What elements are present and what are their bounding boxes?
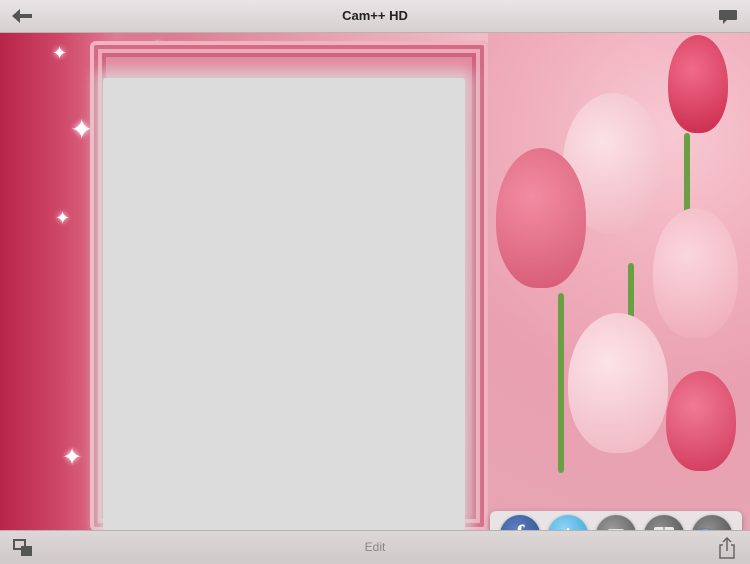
address-book-share-button[interactable]: [644, 515, 684, 530]
bottom-toolbar: Edit: [0, 530, 750, 564]
photo-placeholder[interactable]: [103, 78, 465, 530]
tulip: [653, 208, 738, 338]
app-title: Cam++ HD: [342, 8, 408, 23]
photo-canvas[interactable]: ✦ ✦ ✦ ✦ ✦ ✦ f t ✉: [0, 33, 750, 530]
tulip: [496, 148, 586, 288]
share-export-icon[interactable]: [716, 537, 738, 559]
facebook-icon: f: [516, 520, 525, 530]
share-panel: f t ✉: [490, 511, 742, 530]
edit-button[interactable]: Edit: [0, 540, 750, 554]
twitter-icon: t: [564, 522, 572, 531]
tulip: [666, 371, 736, 471]
folder-share-button[interactable]: [692, 515, 732, 530]
twitter-share-button[interactable]: t: [548, 515, 588, 530]
tulip: [568, 313, 668, 453]
sparkle-icon: ✦: [62, 444, 83, 471]
facebook-share-button[interactable]: f: [500, 515, 540, 530]
sparkle-icon: ✦: [52, 43, 68, 63]
mail-share-button[interactable]: ✉: [596, 515, 636, 530]
speech-bubble-icon[interactable]: [716, 7, 740, 27]
mail-icon: ✉: [608, 523, 625, 531]
tulip: [668, 35, 728, 133]
stem: [558, 293, 564, 473]
top-toolbar: Cam++ HD: [0, 0, 750, 33]
sparkle-icon: ✦: [55, 208, 71, 228]
tulip-background: [488, 33, 750, 530]
